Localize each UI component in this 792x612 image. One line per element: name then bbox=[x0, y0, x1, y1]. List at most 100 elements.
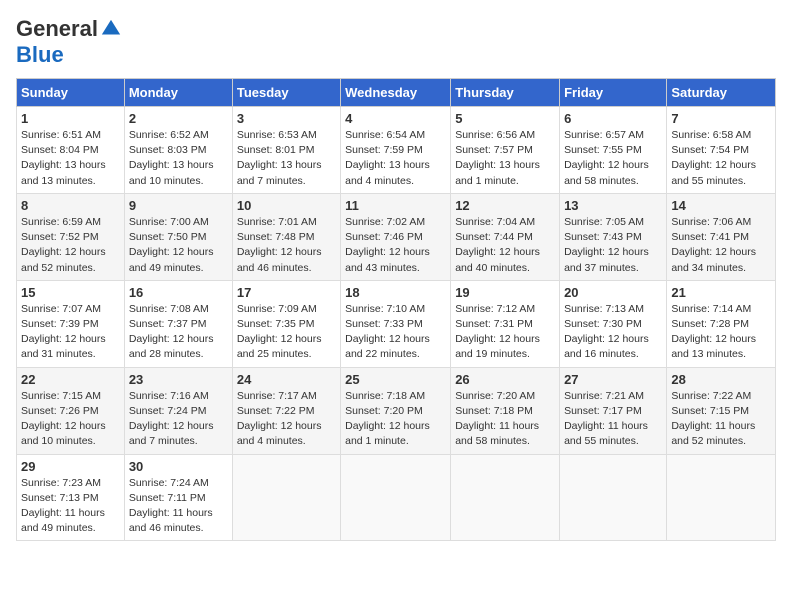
day-number: 10 bbox=[237, 198, 336, 213]
col-header-tuesday: Tuesday bbox=[232, 79, 340, 107]
day-number: 28 bbox=[671, 372, 771, 387]
day-cell: 2Sunrise: 6:52 AM Sunset: 8:03 PM Daylig… bbox=[124, 107, 232, 194]
day-cell: 19Sunrise: 7:12 AM Sunset: 7:31 PM Dayli… bbox=[451, 280, 560, 367]
col-header-friday: Friday bbox=[560, 79, 667, 107]
col-header-sunday: Sunday bbox=[17, 79, 125, 107]
day-info: Sunrise: 7:08 AM Sunset: 7:37 PM Dayligh… bbox=[129, 302, 228, 363]
day-cell: 15Sunrise: 7:07 AM Sunset: 7:39 PM Dayli… bbox=[17, 280, 125, 367]
day-cell: 26 Sunrise: 7:20 AM Sunset: 7:18 PM Dayli… bbox=[451, 367, 560, 454]
day-info: Sunrise: 6:54 AM Sunset: 7:59 PM Dayligh… bbox=[345, 128, 446, 189]
day-info: Sunrise: 6:58 AM Sunset: 7:54 PM Dayligh… bbox=[671, 128, 771, 189]
day-cell bbox=[451, 454, 560, 541]
day-number: 12 bbox=[455, 198, 555, 213]
day-number: 3 bbox=[237, 111, 336, 126]
day-info: Sunrise: 7:13 AM Sunset: 7:30 PM Dayligh… bbox=[564, 302, 662, 363]
week-row-5: 29 Sunrise: 7:23 AM Sunset: 7:13 PM Dayli… bbox=[17, 454, 776, 541]
day-info: Sunrise: 7:01 AM Sunset: 7:48 PM Dayligh… bbox=[237, 215, 336, 276]
week-row-2: 8 Sunrise: 6:59 AM Sunset: 7:52 PM Daylig… bbox=[17, 193, 776, 280]
calendar-table: SundayMondayTuesdayWednesdayThursdayFrid… bbox=[16, 78, 776, 541]
day-cell: 10 Sunrise: 7:01 AM Sunset: 7:48 PM Dayli… bbox=[232, 193, 340, 280]
day-info: Sunrise: 7:10 AM Sunset: 7:33 PM Dayligh… bbox=[345, 302, 446, 363]
day-number: 22 bbox=[21, 372, 120, 387]
day-info: Sunrise: 7:09 AM Sunset: 7:35 PM Dayligh… bbox=[237, 302, 336, 363]
day-number: 18 bbox=[345, 285, 446, 300]
day-number: 5 bbox=[455, 111, 555, 126]
day-cell bbox=[667, 454, 776, 541]
day-number: 27 bbox=[564, 372, 662, 387]
day-cell: 6 Sunrise: 6:57 AM Sunset: 7:55 PM Daylig… bbox=[560, 107, 667, 194]
day-cell: 28Sunrise: 7:22 AM Sunset: 7:15 PM Dayli… bbox=[667, 367, 776, 454]
day-number: 19 bbox=[455, 285, 555, 300]
col-header-thursday: Thursday bbox=[451, 79, 560, 107]
col-header-wednesday: Wednesday bbox=[341, 79, 451, 107]
day-cell: 23 Sunrise: 7:16 AM Sunset: 7:24 PM Dayli… bbox=[124, 367, 232, 454]
day-info: Sunrise: 7:14 AM Sunset: 7:28 PM Dayligh… bbox=[671, 302, 771, 363]
day-number: 20 bbox=[564, 285, 662, 300]
day-info: Sunrise: 7:00 AM Sunset: 7:50 PM Dayligh… bbox=[129, 215, 228, 276]
col-header-monday: Monday bbox=[124, 79, 232, 107]
day-cell: 8 Sunrise: 6:59 AM Sunset: 7:52 PM Daylig… bbox=[17, 193, 125, 280]
day-number: 17 bbox=[237, 285, 336, 300]
week-row-3: 15Sunrise: 7:07 AM Sunset: 7:39 PM Dayli… bbox=[17, 280, 776, 367]
day-number: 30 bbox=[129, 459, 228, 474]
day-info: Sunrise: 7:23 AM Sunset: 7:13 PM Dayligh… bbox=[21, 476, 120, 537]
day-info: Sunrise: 7:06 AM Sunset: 7:41 PM Dayligh… bbox=[671, 215, 771, 276]
page-container: General Blue SundayMondayTuesdayWednesda… bbox=[0, 0, 792, 549]
logo-blue-text: Blue bbox=[16, 42, 64, 68]
day-cell: 11Sunrise: 7:02 AM Sunset: 7:46 PM Dayli… bbox=[341, 193, 451, 280]
day-cell: 7Sunrise: 6:58 AM Sunset: 7:54 PM Daylig… bbox=[667, 107, 776, 194]
day-info: Sunrise: 7:24 AM Sunset: 7:11 PM Dayligh… bbox=[129, 476, 228, 537]
day-cell: 24 Sunrise: 7:17 AM Sunset: 7:22 PM Dayli… bbox=[232, 367, 340, 454]
day-info: Sunrise: 7:05 AM Sunset: 7:43 PM Dayligh… bbox=[564, 215, 662, 276]
day-number: 14 bbox=[671, 198, 771, 213]
day-cell: 22 Sunrise: 7:15 AM Sunset: 7:26 PM Dayli… bbox=[17, 367, 125, 454]
logo-icon bbox=[100, 18, 122, 40]
day-cell: 16 Sunrise: 7:08 AM Sunset: 7:37 PM Dayli… bbox=[124, 280, 232, 367]
day-info: Sunrise: 7:21 AM Sunset: 7:17 PM Dayligh… bbox=[564, 389, 662, 450]
day-cell bbox=[341, 454, 451, 541]
day-number: 23 bbox=[129, 372, 228, 387]
day-cell: 27 Sunrise: 7:21 AM Sunset: 7:17 PM Dayli… bbox=[560, 367, 667, 454]
day-number: 16 bbox=[129, 285, 228, 300]
day-info: Sunrise: 6:56 AM Sunset: 7:57 PM Dayligh… bbox=[455, 128, 555, 189]
day-cell: 13Sunrise: 7:05 AM Sunset: 7:43 PM Dayli… bbox=[560, 193, 667, 280]
day-number: 26 bbox=[455, 372, 555, 387]
day-cell: 14 Sunrise: 7:06 AM Sunset: 7:41 PM Dayli… bbox=[667, 193, 776, 280]
day-info: Sunrise: 7:15 AM Sunset: 7:26 PM Dayligh… bbox=[21, 389, 120, 450]
day-number: 4 bbox=[345, 111, 446, 126]
day-cell: 4 Sunrise: 6:54 AM Sunset: 7:59 PM Daylig… bbox=[341, 107, 451, 194]
day-number: 2 bbox=[129, 111, 228, 126]
day-info: Sunrise: 7:07 AM Sunset: 7:39 PM Dayligh… bbox=[21, 302, 120, 363]
day-cell: 5 Sunrise: 6:56 AM Sunset: 7:57 PM Daylig… bbox=[451, 107, 560, 194]
day-cell: 21Sunrise: 7:14 AM Sunset: 7:28 PM Dayli… bbox=[667, 280, 776, 367]
day-number: 25 bbox=[345, 372, 446, 387]
week-row-4: 22 Sunrise: 7:15 AM Sunset: 7:26 PM Dayli… bbox=[17, 367, 776, 454]
day-number: 24 bbox=[237, 372, 336, 387]
day-number: 29 bbox=[21, 459, 120, 474]
day-info: Sunrise: 7:17 AM Sunset: 7:22 PM Dayligh… bbox=[237, 389, 336, 450]
day-cell: 20 Sunrise: 7:13 AM Sunset: 7:30 PM Dayli… bbox=[560, 280, 667, 367]
day-cell: 1 Sunrise: 6:51 AM Sunset: 8:04 PM Daylig… bbox=[17, 107, 125, 194]
day-info: Sunrise: 6:51 AM Sunset: 8:04 PM Dayligh… bbox=[21, 128, 120, 189]
day-info: Sunrise: 7:16 AM Sunset: 7:24 PM Dayligh… bbox=[129, 389, 228, 450]
day-cell bbox=[560, 454, 667, 541]
logo: General Blue bbox=[16, 16, 122, 68]
day-info: Sunrise: 6:59 AM Sunset: 7:52 PM Dayligh… bbox=[21, 215, 120, 276]
day-cell: 30 Sunrise: 7:24 AM Sunset: 7:11 PM Dayli… bbox=[124, 454, 232, 541]
day-cell: 17 Sunrise: 7:09 AM Sunset: 7:35 PM Dayli… bbox=[232, 280, 340, 367]
day-number: 8 bbox=[21, 198, 120, 213]
day-number: 1 bbox=[21, 111, 120, 126]
day-number: 9 bbox=[129, 198, 228, 213]
day-cell: 29 Sunrise: 7:23 AM Sunset: 7:13 PM Dayli… bbox=[17, 454, 125, 541]
day-cell: 25Sunrise: 7:18 AM Sunset: 7:20 PM Dayli… bbox=[341, 367, 451, 454]
day-info: Sunrise: 7:04 AM Sunset: 7:44 PM Dayligh… bbox=[455, 215, 555, 276]
day-info: Sunrise: 6:57 AM Sunset: 7:55 PM Dayligh… bbox=[564, 128, 662, 189]
day-number: 6 bbox=[564, 111, 662, 126]
col-header-saturday: Saturday bbox=[667, 79, 776, 107]
day-cell: 3 Sunrise: 6:53 AM Sunset: 8:01 PM Daylig… bbox=[232, 107, 340, 194]
day-info: Sunrise: 7:20 AM Sunset: 7:18 PM Dayligh… bbox=[455, 389, 555, 450]
day-info: Sunrise: 6:53 AM Sunset: 8:01 PM Dayligh… bbox=[237, 128, 336, 189]
logo-general-text: General bbox=[16, 16, 98, 42]
week-row-1: 1 Sunrise: 6:51 AM Sunset: 8:04 PM Daylig… bbox=[17, 107, 776, 194]
day-cell: 18 Sunrise: 7:10 AM Sunset: 7:33 PM Dayli… bbox=[341, 280, 451, 367]
